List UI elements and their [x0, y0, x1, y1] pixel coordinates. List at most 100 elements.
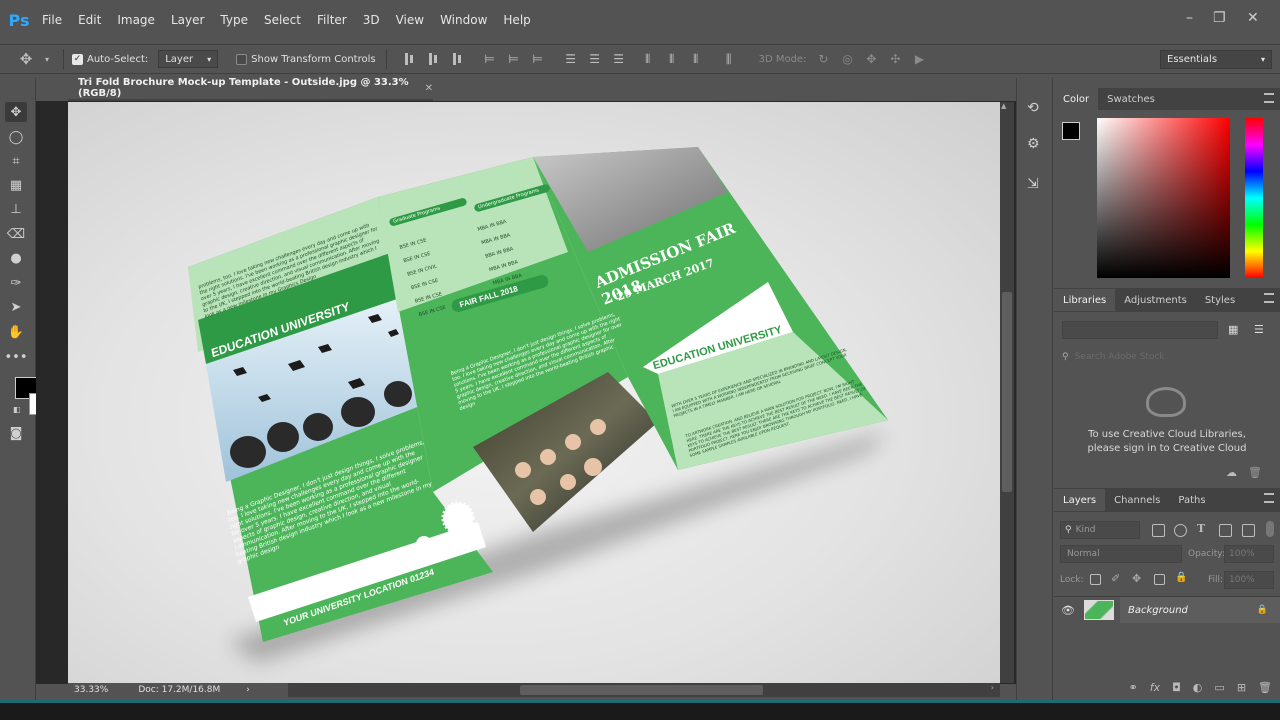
distribute-bottom-icon[interactable]: ☰	[610, 52, 628, 66]
lock-artboard-icon[interactable]	[1154, 574, 1165, 585]
filter-adjustment-icon[interactable]	[1174, 524, 1187, 537]
properties-panel-icon[interactable]: ⚙	[1027, 136, 1040, 152]
library-dropdown[interactable]	[1062, 321, 1218, 339]
character-panel-icon[interactable]: ⇲	[1027, 176, 1039, 192]
menu-edit[interactable]: Edit	[70, 0, 109, 40]
filter-toggle[interactable]	[1266, 521, 1274, 537]
blur-tool-icon[interactable]: ●	[5, 248, 27, 268]
tab-swatches[interactable]: Swatches	[1098, 88, 1164, 110]
quick-mask-icon[interactable]: ◙	[5, 423, 27, 443]
stock-search-field[interactable]: ⚲ Search Adobe Stock	[1062, 349, 1274, 365]
lock-all-icon[interactable]: 🔒	[1175, 572, 1187, 583]
zoom-level[interactable]: 33.33%	[74, 685, 108, 695]
3d-rotate-icon[interactable]: ↻	[814, 52, 832, 66]
tab-color[interactable]: Color	[1054, 88, 1099, 110]
photoshop-logo[interactable]: Ps	[4, 6, 34, 34]
menu-help[interactable]: Help	[495, 0, 538, 40]
opacity-field[interactable]: 100%	[1224, 545, 1274, 563]
align-left-icon[interactable]: ⊨	[481, 52, 499, 66]
menu-layer[interactable]: Layer	[163, 0, 212, 40]
path-selection-tool-icon[interactable]: ➤	[5, 297, 27, 317]
horizontal-scroll-thumb[interactable]	[520, 685, 763, 695]
blend-mode-dropdown[interactable]: Normal	[1060, 545, 1182, 563]
3d-scale-icon[interactable]: ▶	[910, 52, 928, 66]
filter-shape-icon[interactable]	[1219, 524, 1232, 537]
clone-stamp-tool-icon[interactable]: ⊥	[5, 199, 27, 219]
new-group-icon[interactable]: ▭	[1214, 681, 1224, 694]
auto-select-checkbox[interactable]: ✓	[72, 53, 83, 65]
tab-channels[interactable]: Channels	[1105, 489, 1169, 511]
auto-select-target-dropdown[interactable]: Layer ▾	[158, 50, 219, 68]
align-vertical-center-icon[interactable]	[424, 52, 442, 66]
close-button[interactable]: ✕	[1247, 10, 1259, 26]
filter-smart-object-icon[interactable]	[1242, 524, 1255, 537]
lock-transparent-icon[interactable]	[1090, 574, 1101, 585]
distribute-horizontal-center-icon[interactable]: ⫴	[663, 52, 681, 66]
tab-adjustments[interactable]: Adjustments	[1115, 289, 1196, 311]
menu-window[interactable]: Window	[432, 0, 495, 40]
filter-pixel-icon[interactable]	[1152, 524, 1165, 537]
menu-3d[interactable]: 3D	[355, 0, 388, 40]
menu-file[interactable]: File	[34, 0, 70, 40]
menu-view[interactable]: View	[388, 0, 432, 40]
hue-slider[interactable]	[1245, 118, 1263, 278]
hand-tool-icon[interactable]: ✋	[5, 322, 27, 342]
3d-slide-icon[interactable]: ✣	[886, 52, 904, 66]
distribute-vertical-center-icon[interactable]: ☰	[586, 52, 604, 66]
vertical-scrollbar[interactable]: ▲	[1000, 102, 1014, 683]
fill-field[interactable]: 100%	[1224, 571, 1274, 589]
grid-view-icon[interactable]: ▦	[1228, 323, 1238, 336]
layer-row-background[interactable]: 👁 Background 🔒	[1054, 597, 1280, 623]
layer-kind-filter[interactable]: ⚲ Kind	[1060, 521, 1140, 539]
lasso-tool-icon[interactable]: ◯	[5, 127, 27, 147]
move-tool-icon[interactable]: ✥	[5, 102, 27, 122]
crop-tool-icon[interactable]: ⌗	[5, 151, 27, 171]
panel-menu-icon[interactable]	[1264, 293, 1274, 303]
menu-image[interactable]: Image	[109, 0, 163, 40]
healing-brush-tool-icon[interactable]: ▦	[5, 175, 27, 195]
menu-select[interactable]: Select	[256, 0, 309, 40]
panel-menu-icon[interactable]	[1264, 93, 1274, 103]
restore-button[interactable]: ❐	[1213, 10, 1226, 26]
document-canvas[interactable]: problems, too. I love taking new challen…	[68, 102, 1000, 683]
history-panel-icon[interactable]: ⟲	[1027, 100, 1039, 116]
align-right-icon[interactable]: ⊨	[529, 52, 547, 66]
more-tools-icon[interactable]: •••	[5, 347, 28, 367]
color-panel-foreground[interactable]	[1062, 122, 1080, 140]
adjustment-layer-icon[interactable]: ◐	[1193, 681, 1203, 694]
scroll-up-icon[interactable]: ▲	[1001, 102, 1006, 110]
panel-menu-icon[interactable]	[1264, 493, 1274, 503]
visibility-eye-icon[interactable]: 👁	[1054, 604, 1082, 617]
trash-icon[interactable]: 🗑	[1248, 466, 1262, 479]
workspace-dropdown[interactable]: Essentials ▾	[1160, 50, 1272, 69]
cc-sync-icon[interactable]: ☁	[1226, 466, 1237, 479]
vertical-scroll-thumb[interactable]	[1002, 292, 1012, 492]
tab-layers[interactable]: Layers	[1054, 489, 1106, 511]
tab-styles[interactable]: Styles	[1196, 289, 1244, 311]
eraser-tool-icon[interactable]: ⌫	[5, 224, 27, 244]
color-field[interactable]	[1097, 118, 1230, 278]
delete-layer-icon[interactable]: 🗑	[1258, 681, 1272, 694]
default-colors-icon[interactable]: ◧	[13, 405, 21, 414]
move-tool-preset-icon[interactable]: ✥	[16, 50, 36, 68]
scroll-right-icon[interactable]: ›	[991, 683, 994, 692]
menu-type[interactable]: Type	[212, 0, 256, 40]
distribute-right-icon[interactable]: ⫴	[687, 52, 705, 66]
add-mask-icon[interactable]: ◘	[1172, 681, 1181, 694]
document-tab[interactable]: Tri Fold Brochure Mock-up Template - Out…	[68, 77, 433, 101]
minimize-button[interactable]: –	[1186, 10, 1193, 26]
list-view-icon[interactable]: ☰	[1254, 323, 1264, 336]
status-menu-icon[interactable]: ›	[246, 685, 250, 695]
tab-paths[interactable]: Paths	[1169, 489, 1214, 511]
layer-style-icon[interactable]: fx	[1150, 681, 1160, 694]
align-bottom-icon[interactable]	[448, 52, 466, 66]
chevron-down-icon[interactable]: ▾	[42, 52, 52, 66]
tab-libraries[interactable]: Libraries	[1054, 289, 1116, 311]
3d-pan-icon[interactable]: ✥	[862, 52, 880, 66]
auto-align-layers-icon[interactable]: ⫼	[720, 52, 738, 66]
show-transform-checkbox[interactable]	[236, 53, 248, 65]
pen-tool-icon[interactable]: ✑	[5, 273, 27, 293]
new-layer-icon[interactable]: ⊞	[1237, 681, 1246, 694]
align-horizontal-center-icon[interactable]: ⊨	[505, 52, 523, 66]
filter-type-icon[interactable]: T	[1197, 522, 1205, 535]
